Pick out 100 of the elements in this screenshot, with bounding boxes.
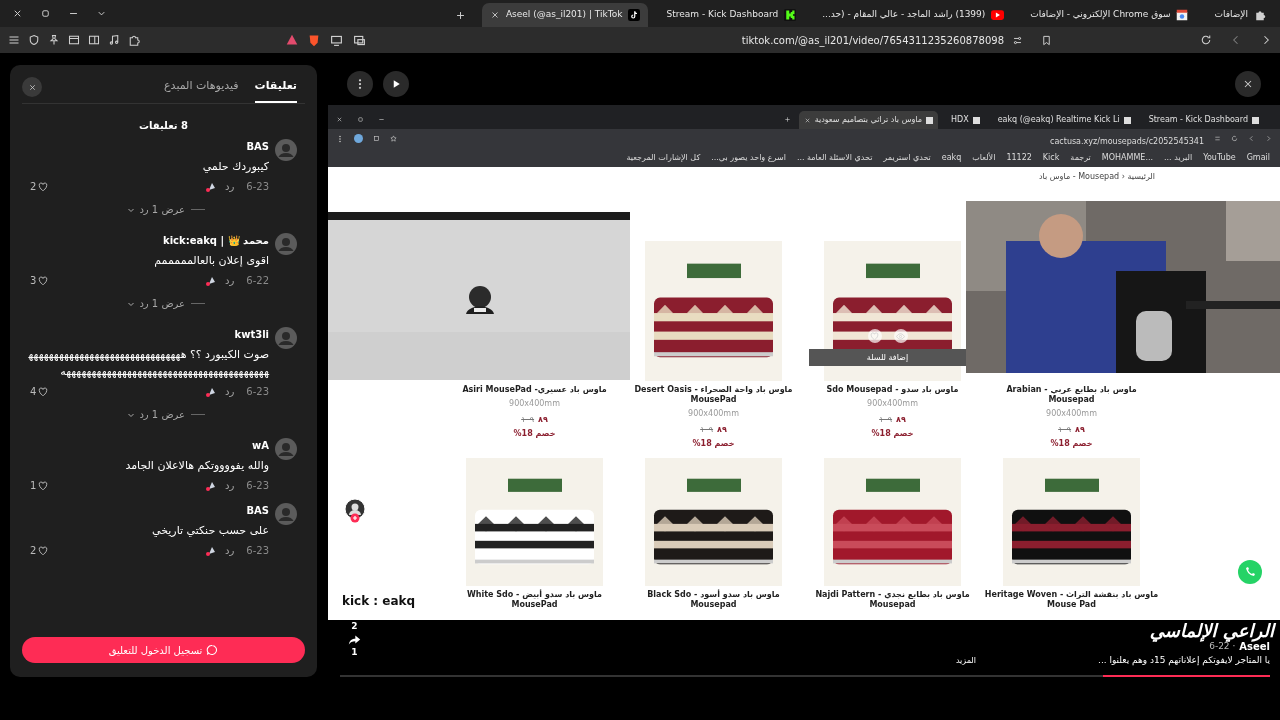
minimize-icon[interactable] (378, 116, 385, 123)
window-icon[interactable] (68, 34, 80, 46)
reply-button[interactable]: رد (225, 179, 235, 194)
more-link[interactable]: المزيد (955, 654, 977, 667)
bookmark[interactable]: الألعاب (972, 151, 996, 164)
browser-tab[interactable]: (1399) راشد الماجد - عالي المقام - (حد... (814, 3, 1013, 27)
url-text[interactable]: cactusa.xyz/mousepads/c2052545341 (1050, 136, 1204, 146)
product-name[interactable]: ماوس باد سدو - Sdo Mousepad (804, 385, 981, 395)
bookmark[interactable]: ترجمة (1070, 151, 1091, 164)
restore-icon[interactable] (357, 116, 364, 123)
shield-icon[interactable] (28, 34, 40, 46)
bookmark[interactable]: Kick (1042, 151, 1060, 164)
bookmark[interactable]: YouTube (1203, 151, 1236, 164)
url-text[interactable]: tiktok.com/@as_il201/video/7654311235260878098 (741, 32, 1004, 48)
close-icon[interactable] (489, 10, 500, 20)
browser-tab[interactable]: Aseel (@as_il201) | TikTok (481, 3, 649, 27)
like-button[interactable]: 2 (28, 179, 49, 194)
browser-tab[interactable]: Stream - Kick Dashboard (658, 3, 805, 27)
price: ٨٩ (538, 414, 548, 426)
browser-tab[interactable]: الإضافات (1206, 3, 1274, 27)
pin-icon[interactable] (48, 34, 60, 46)
breadcrumb[interactable]: الرئيسية ‹ Mousepad - ماوس باد (1039, 171, 1155, 183)
share-icon[interactable] (348, 633, 361, 646)
comment-username[interactable]: kwt3li (28, 327, 269, 343)
panel-tab[interactable]: فيديوهات المبدع (164, 77, 239, 103)
music-icon[interactable] (108, 34, 120, 46)
browser-tab[interactable]: Stream - Kick Dashboard (1143, 111, 1264, 129)
bookmark[interactable]: اسرع واحد يصور بي... (711, 151, 786, 164)
view-replies-button[interactable]: عرض 1 رد (127, 202, 185, 217)
comment-text: اقوى إعلان بالعالمممممم (153, 253, 269, 269)
bookmark[interactable]: eakq (941, 151, 962, 164)
close-icon[interactable] (12, 8, 23, 19)
video-overlay-text: kick : eakq (342, 593, 416, 610)
close-button[interactable] (22, 77, 42, 97)
reply-button[interactable]: رد (225, 273, 235, 288)
comment-username[interactable]: محمد 👑 | kick:eakq (28, 233, 269, 249)
like-button[interactable]: 1 (28, 478, 49, 493)
bookmark[interactable]: كل الإشارات المرجعية (626, 151, 701, 164)
product-name[interactable]: ماوس باد واحة الصحراء - Desert Oasis MousePad (625, 385, 802, 405)
comment-icon (206, 644, 219, 656)
comment-username[interactable]: BAS (28, 139, 269, 155)
play-button[interactable] (383, 71, 409, 97)
bookmark[interactable]: البريد ... (1164, 151, 1193, 164)
menu-icon[interactable] (336, 134, 344, 143)
screenshot-icon[interactable] (353, 33, 366, 47)
lion-logo-icon[interactable] (308, 33, 320, 47)
sidebar-icon[interactable] (88, 34, 100, 46)
product-name[interactable]: ماوس باد سدو أبيض - White Sdo MousePad (446, 590, 623, 610)
browser-tab[interactable]: ماوس باد تراثي بتصاميم سعودية (798, 111, 938, 129)
add-to-cart-button[interactable]: إضافة للسلة (809, 349, 966, 366)
view-replies-button[interactable]: عرض 1 رد (127, 296, 185, 311)
heart-icon (38, 181, 49, 192)
triangle-logo-icon[interactable] (286, 34, 298, 46)
product-name[interactable]: ماوس باد سدو أسود - Black Sdo Mousepad (625, 590, 802, 610)
restore-icon[interactable] (40, 8, 51, 19)
bookmark[interactable]: 11122 (1006, 151, 1032, 164)
tune-icon[interactable] (1012, 34, 1023, 46)
view-replies-button[interactable]: عرض 1 رد (127, 407, 185, 422)
heart-icon (38, 386, 49, 397)
product-size: 900x400mm (688, 408, 739, 420)
product-name[interactable]: ماوس باد بنقشة التراث - Heritage Woven Mouse Pad (983, 590, 1160, 610)
browser-tab[interactable]: سوق Chrome الإلكتروني - الإضافات (1022, 3, 1197, 27)
reply-button[interactable]: رد (225, 478, 235, 493)
comment-username[interactable]: BAS (28, 503, 269, 519)
heart-icon (38, 545, 49, 556)
bookmark[interactable]: تحدي استريمر (883, 151, 931, 164)
comment-text: على حسب حنكتي تاريخي (151, 523, 269, 539)
puzzle-icon[interactable] (128, 34, 140, 46)
bookmark[interactable]: MOHAMME... (1101, 151, 1154, 164)
screen-icon[interactable] (330, 33, 343, 47)
like-button[interactable]: 3 (28, 273, 49, 288)
bookmark[interactable]: Gmail (1246, 151, 1270, 164)
product-name[interactable]: ماوس باد بطابع عربي - Arabian Mousepad (983, 385, 1160, 405)
login-button[interactable]: تسجيل الدخول للتعليق (22, 637, 305, 663)
star-icon[interactable] (390, 135, 397, 142)
tab-title: Stream - Kick Dashboard (666, 8, 779, 22)
bookmark-icon[interactable] (1041, 34, 1052, 46)
reply-button[interactable]: رد (225, 543, 235, 558)
back-icon[interactable] (1248, 135, 1255, 142)
reply-button[interactable]: رد (225, 384, 235, 399)
reload-icon[interactable] (1231, 135, 1238, 142)
tab-title: ماوس باد تراثي بتصاميم سعودية (814, 114, 922, 126)
plus-icon[interactable] (454, 9, 466, 21)
plus-icon[interactable] (783, 116, 791, 123)
comment-date: 6-23 (246, 385, 269, 399)
profile-icon[interactable] (354, 134, 363, 143)
like-button[interactable]: 2 (28, 543, 49, 558)
menu-icon[interactable] (8, 34, 20, 46)
comment-text: كيبوردك حلمي (201, 159, 269, 175)
product-name[interactable]: ماوس باد بطابع نجدي - Najdi Pattern Mousepad (804, 590, 981, 610)
browser-tab[interactable]: eakq (@eakq) Realtime Kick Li (992, 111, 1136, 129)
like-button[interactable]: 4 (28, 384, 49, 399)
close-icon[interactable] (336, 116, 343, 123)
bookmark[interactable]: تحدي الاسئلة العامة ... (796, 151, 873, 164)
comment-username[interactable]: wA (28, 438, 269, 454)
browser-tab[interactable]: HDX (946, 111, 985, 129)
reload-icon[interactable] (1200, 34, 1212, 46)
avatar-icon[interactable] (344, 498, 366, 524)
panel-tab[interactable]: تعليقات (254, 77, 297, 103)
product-name[interactable]: ماوس باد عسيري- Asiri MousePad (446, 385, 623, 395)
